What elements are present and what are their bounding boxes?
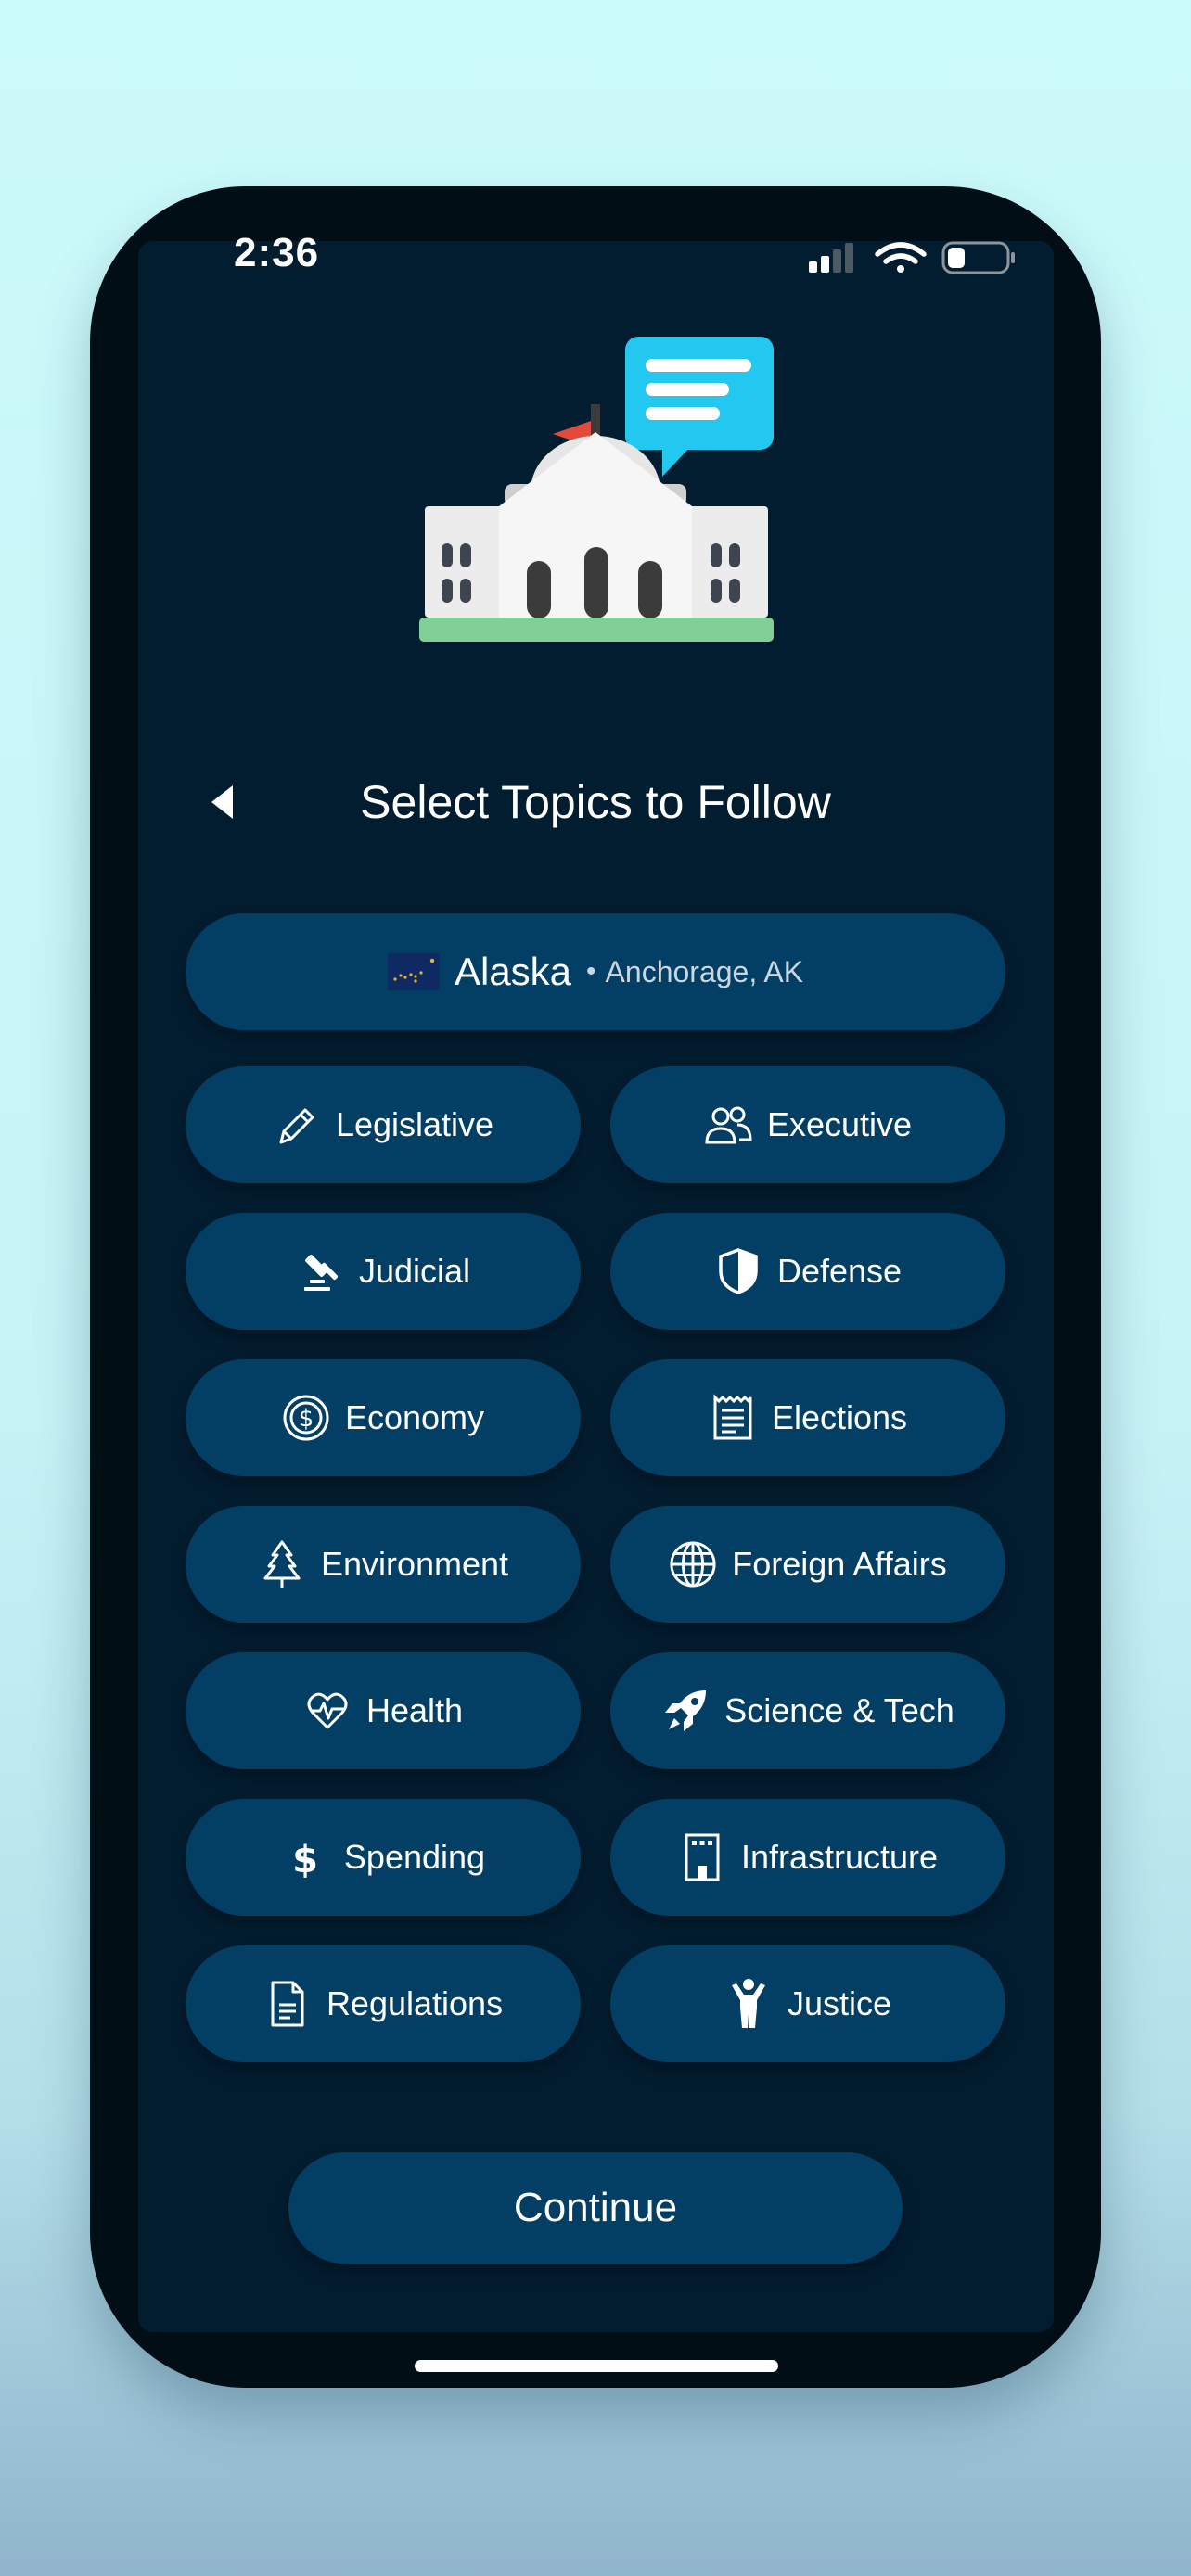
topic-health[interactable]: Health — [186, 1652, 581, 1769]
topic-spending[interactable]: $ Spending — [186, 1799, 581, 1916]
topic-regulations[interactable]: Regulations — [186, 1945, 581, 2062]
dollar-coin-icon: $ — [282, 1394, 330, 1442]
topic-legislative[interactable]: Legislative — [186, 1066, 581, 1183]
page-title: Select Topics to Follow — [360, 776, 831, 828]
rocket-icon — [661, 1687, 710, 1735]
topic-label: Science & Tech — [724, 1691, 954, 1729]
heartbeat-icon — [303, 1687, 352, 1735]
topic-label: Defense — [776, 1252, 903, 1290]
battery-icon — [941, 241, 1015, 274]
gavel-icon — [296, 1247, 344, 1295]
topic-label: Health — [365, 1691, 464, 1729]
topic-justice[interactable]: Justice — [610, 1945, 1005, 2062]
ballot-icon — [709, 1394, 757, 1442]
topic-label: Spending — [343, 1838, 486, 1876]
location-city: Anchorage, AK — [605, 954, 804, 988]
topic-foreign-affairs[interactable]: Foreign Affairs — [610, 1506, 1005, 1623]
document-icon — [263, 1980, 312, 2028]
continue-button[interactable]: Continue — [288, 2152, 903, 2264]
location-state: Alaska — [454, 950, 572, 993]
topic-label: Regulations — [326, 1984, 504, 2022]
people-icon — [704, 1101, 752, 1149]
globe-icon — [669, 1540, 717, 1588]
topic-label: Infrastructure — [740, 1838, 939, 1876]
shield-icon — [714, 1247, 762, 1295]
topic-label: Judicial — [358, 1252, 471, 1290]
topic-label: Foreign Affairs — [732, 1545, 947, 1583]
alaska-flag-icon — [387, 953, 440, 990]
status-time: 2:36 — [234, 230, 320, 275]
capitol-illustration — [419, 337, 774, 642]
topic-label: Executive — [766, 1105, 913, 1143]
continue-label: Continue — [513, 2185, 678, 2230]
dollar-icon: $ — [281, 1833, 329, 1881]
location-button[interactable]: Alaska • Anchorage, AK — [186, 913, 1005, 1030]
topic-label: Elections — [771, 1398, 908, 1436]
location-separator: • — [586, 956, 596, 987]
pencil-icon — [273, 1101, 321, 1149]
topic-label: Legislative — [335, 1105, 494, 1143]
topic-defense[interactable]: Defense — [610, 1213, 1005, 1330]
wifi-icon — [875, 242, 927, 273]
topic-label: Justice — [787, 1984, 892, 2022]
topic-elections[interactable]: Elections — [610, 1359, 1005, 1476]
speech-bubble-icon — [625, 337, 774, 477]
topic-environment[interactable]: Environment — [186, 1506, 581, 1623]
signal-icon — [809, 243, 853, 273]
svg-text:$: $ — [299, 1405, 314, 1433]
topic-label: Environment — [320, 1545, 509, 1583]
topic-infrastructure[interactable]: Infrastructure — [610, 1799, 1005, 1916]
topic-label: Economy — [344, 1398, 485, 1436]
status-icons — [809, 241, 1015, 274]
tree-icon — [258, 1540, 306, 1588]
topic-economy[interactable]: $ Economy — [186, 1359, 581, 1476]
back-button[interactable] — [190, 770, 255, 835]
back-arrow-icon — [211, 785, 233, 819]
person-icon — [724, 1979, 773, 2028]
building-icon — [678, 1833, 726, 1881]
topic-science-tech[interactable]: Science & Tech — [610, 1652, 1005, 1769]
topic-executive[interactable]: Executive — [610, 1066, 1005, 1183]
svg-text:$: $ — [292, 1839, 318, 1881]
home-indicator[interactable] — [415, 2360, 778, 2372]
topic-judicial[interactable]: Judicial — [186, 1213, 581, 1330]
